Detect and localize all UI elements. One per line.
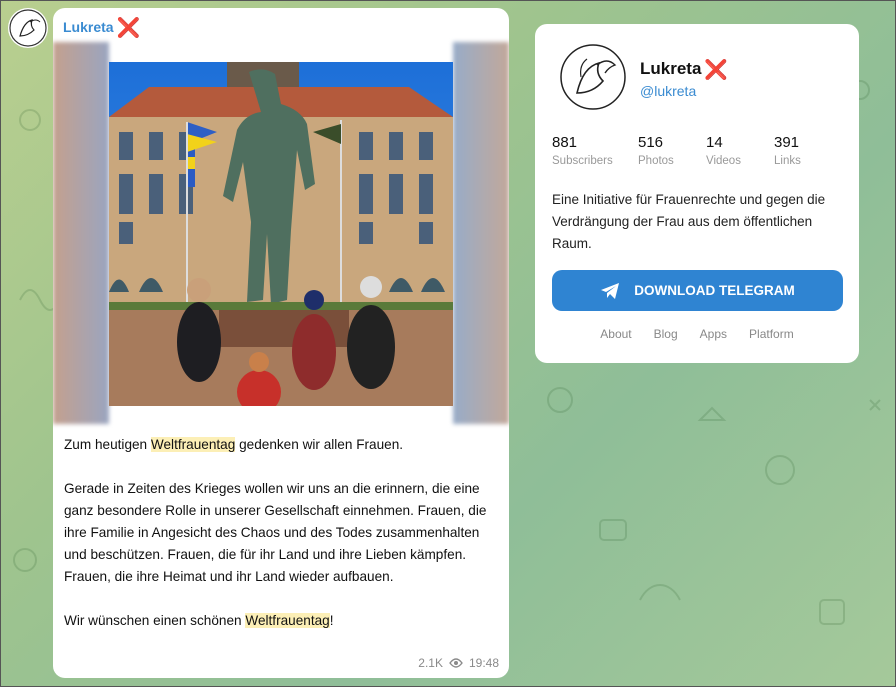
stat-videos: 14 Videos [706, 134, 774, 167]
red-x-icon: ❌ [116, 18, 141, 39]
photo-blur-right [453, 42, 509, 424]
post-text-fragment: Zum heutigen [64, 437, 151, 452]
channel-logo [559, 43, 627, 111]
link-apps[interactable]: Apps [700, 327, 727, 341]
download-button-label: DOWNLOAD TELEGRAM [634, 283, 795, 298]
stat-subscribers: 881 Subscribers [552, 134, 638, 167]
stat-label: Videos [706, 155, 741, 167]
channel-post: Lukreta ❌ Zum heutigen Weltfrauentag ged… [53, 8, 509, 678]
link-blog[interactable]: Blog [654, 327, 678, 341]
link-platform[interactable]: Platform [749, 327, 794, 341]
stat-value: 391 [774, 134, 800, 151]
eye-icon [449, 658, 463, 668]
stat-value: 516 [638, 134, 664, 151]
channel-handle[interactable]: @lukreta [640, 83, 696, 99]
post-paragraph: Zum heutigen Weltfrauentag gedenken wir … [64, 434, 500, 456]
post-author[interactable]: Lukreta ❌ [63, 16, 140, 40]
channel-description: Eine Initiative für Frauenrechte und geg… [552, 192, 826, 251]
stat-value: 881 [552, 134, 578, 151]
stat-links: 391 Links [774, 134, 834, 167]
post-text-fragment: gedenken wir allen Frauen. [235, 437, 404, 452]
statue-photo-image [109, 62, 453, 406]
red-x-icon: ❌ [704, 60, 729, 81]
channel-stats: 881 Subscribers 516 Photos 14 Videos 391… [552, 134, 834, 167]
post-text-fragment: Wir wünschen einen schönen [64, 613, 246, 628]
post-paragraph: Wir wünschen einen schönen Weltfrauentag… [64, 610, 500, 632]
channel-info-card: Lukreta ❌ @lukreta 881 Subscribers 516 Ph… [535, 24, 859, 363]
hashtag-highlight[interactable]: Weltfrauentag [245, 613, 330, 628]
view-count: 2.1K [418, 656, 443, 670]
stat-value: 14 [706, 134, 723, 151]
woman-dove-logo-icon [560, 44, 626, 110]
footer-links: About Blog Apps Platform [535, 327, 859, 341]
hashtag-highlight[interactable]: Weltfrauentag [150, 437, 236, 452]
photo-blur-left [53, 42, 109, 424]
post-time: 19:48 [468, 656, 499, 670]
channel-avatar[interactable] [8, 8, 48, 48]
telegram-plane-icon [601, 282, 620, 299]
stat-photos: 516 Photos [638, 134, 706, 167]
link-about[interactable]: About [600, 327, 631, 341]
post-text: Zum heutigen Weltfrauentag gedenken wir … [64, 434, 500, 654]
post-text-fragment: ! [329, 613, 334, 628]
post-meta: 2.1K 19:48 [418, 656, 499, 670]
channel-name: Lukreta ❌ [640, 58, 728, 82]
channel-name-text: Lukreta [640, 59, 702, 78]
post-author-name[interactable]: Lukreta [63, 19, 114, 35]
download-telegram-button[interactable]: DOWNLOAD TELEGRAM [552, 270, 843, 311]
stat-label: Links [774, 155, 801, 167]
post-photo[interactable] [53, 42, 509, 424]
post-paragraph: Gerade in Zeiten des Krieges wollen wir … [64, 481, 487, 584]
woman-dove-logo-icon [9, 9, 47, 47]
stat-label: Photos [638, 155, 674, 167]
stat-label: Subscribers [552, 155, 613, 167]
